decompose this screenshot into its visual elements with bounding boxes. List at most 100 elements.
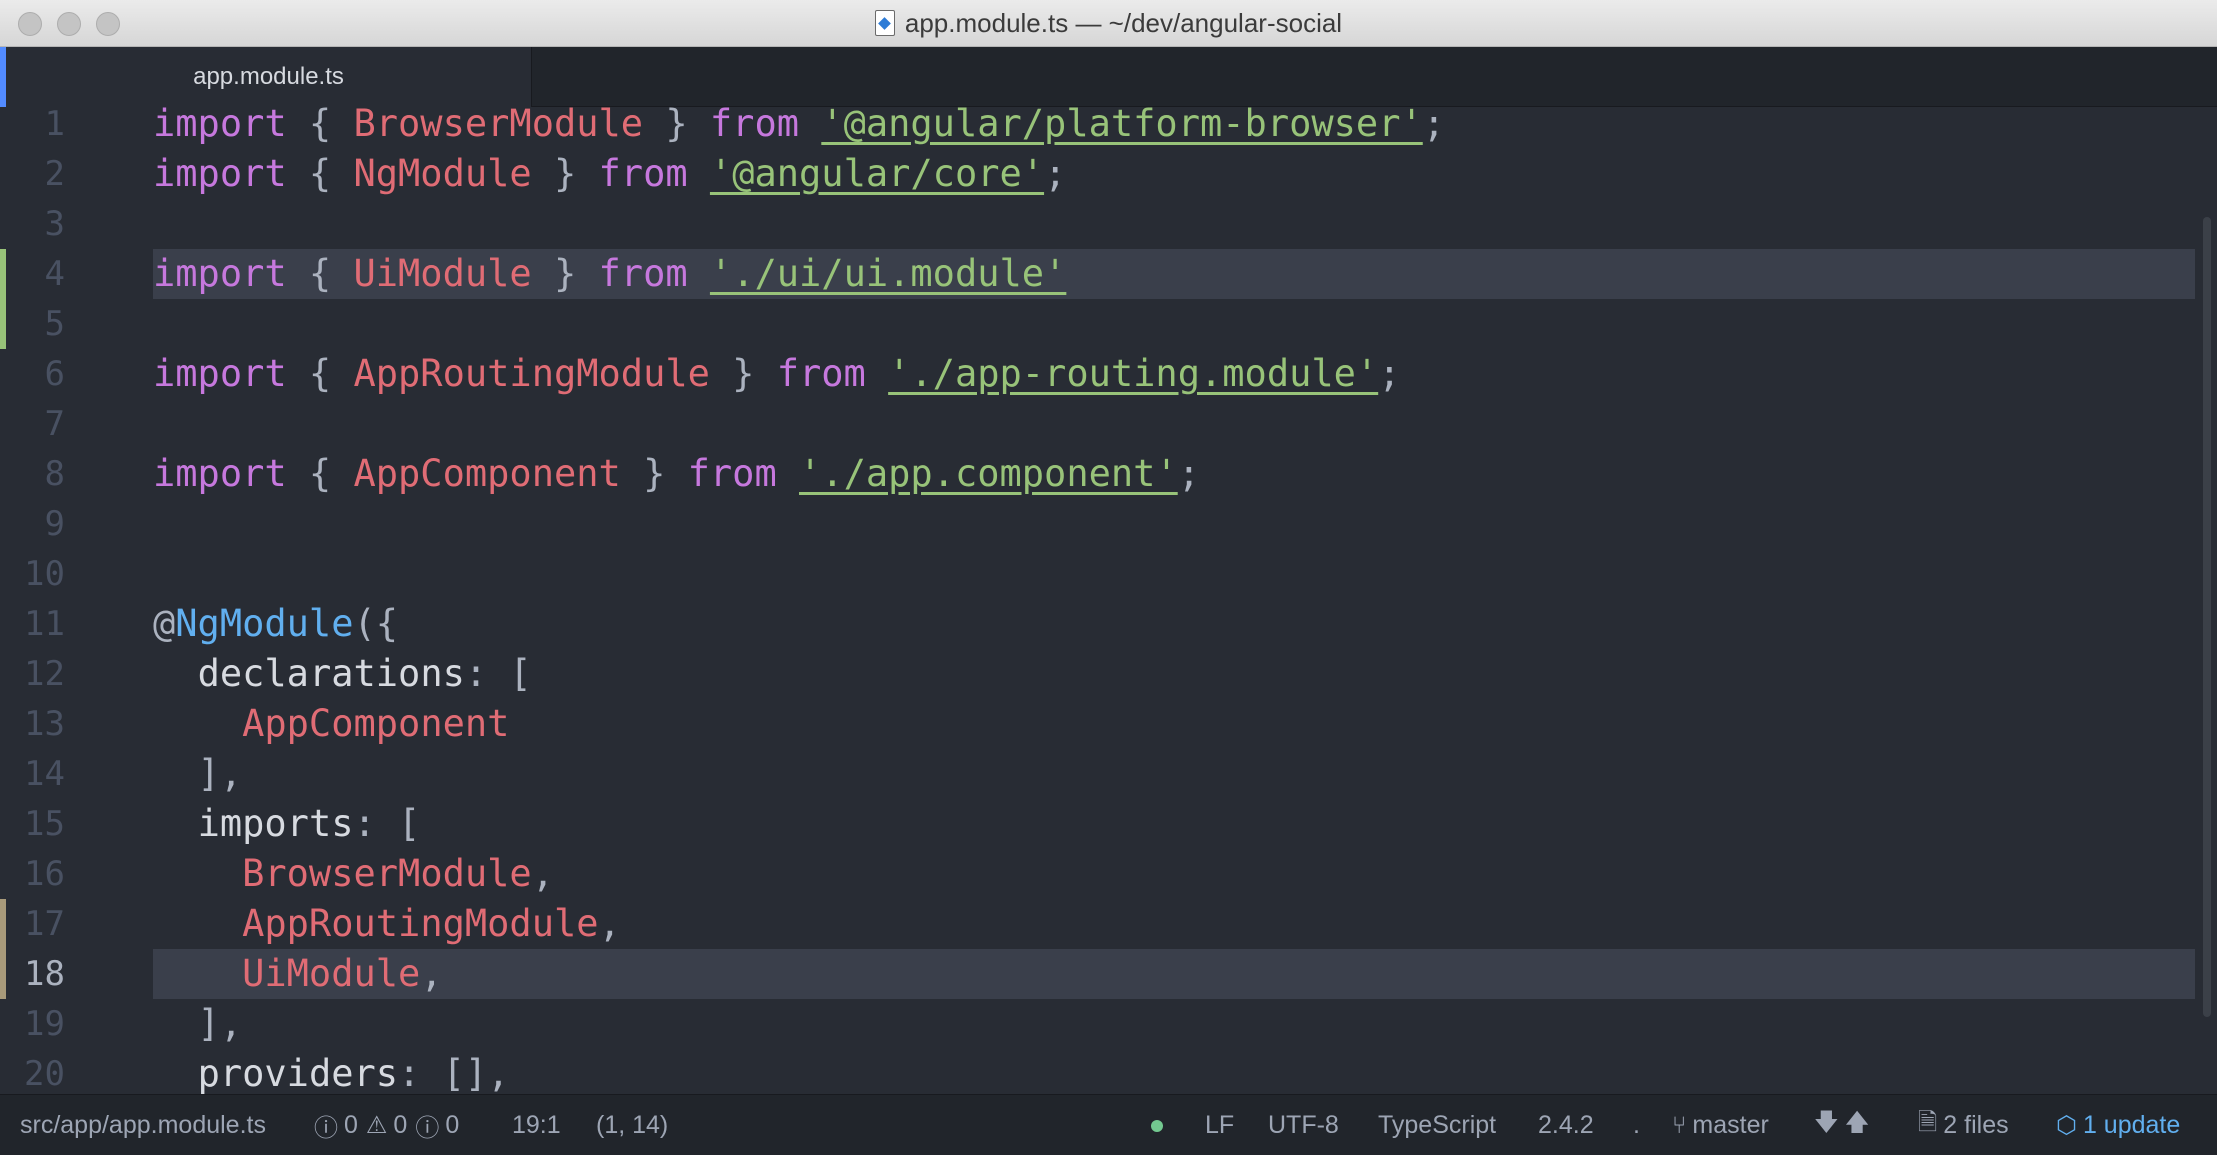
code-text[interactable]: declarations: [ (153, 649, 532, 699)
code-line[interactable]: 17 AppRoutingModule, (0, 899, 2217, 949)
line-number: 14 (24, 754, 65, 794)
encoding-selector[interactable]: UTF-8 (1268, 1095, 1339, 1155)
code-token: imports (197, 802, 354, 845)
tab-label: app.module.ts (193, 63, 344, 90)
code-text[interactable]: import { AppComponent } from './app.comp… (153, 449, 1200, 499)
git-branch[interactable]: ⑂ master (1672, 1095, 1769, 1155)
code-text[interactable]: BrowserModule, (153, 849, 554, 899)
diagnostics-summary[interactable]: ⓘ 0 ⚠ 0 ⓘ 0 (314, 1095, 459, 1155)
code-text[interactable]: ], (153, 999, 243, 1049)
warning-count: 0 (393, 1111, 408, 1139)
line-number: 20 (24, 1054, 65, 1094)
code-text[interactable]: @NgModule({ (153, 599, 398, 649)
code-line[interactable]: 6 import { AppRoutingModule } from './app… (0, 349, 2217, 399)
update-notification[interactable]: ⬡ 1 update (2056, 1095, 2180, 1155)
code-text[interactable]: imports: [ (153, 799, 421, 849)
code-line[interactable]: 4 import { UiModule } from './ui/ui.modul… (0, 249, 2217, 299)
typescript-version[interactable]: 2.4.2 (1538, 1095, 1594, 1155)
code-line[interactable]: 7 (0, 399, 2217, 449)
line-number: 13 (24, 704, 65, 744)
git-fetch-push[interactable]: 🡇 🡅 (1814, 1095, 1875, 1155)
code-token: { (286, 452, 354, 495)
code-line[interactable]: 8 import { AppComponent } from './app.com… (0, 449, 2217, 499)
code-token: , (598, 902, 621, 945)
code-text[interactable]: AppComponent (153, 699, 509, 749)
code-token: import (153, 252, 287, 295)
code-text[interactable]: UiModule, (153, 949, 443, 999)
grammar-selector[interactable]: TypeScript (1378, 1095, 1496, 1155)
code-text[interactable]: import { AppRoutingModule } from './app-… (153, 349, 1400, 399)
code-token: ; (1177, 452, 1200, 495)
code-line[interactable]: 1 import { BrowserModule } from '@angular… (0, 107, 2217, 149)
code-editor[interactable]: 1 import { BrowserModule } from '@angular… (0, 107, 2217, 1094)
code-text[interactable]: providers: [], (153, 1049, 510, 1094)
line-ending-selector[interactable]: LF (1205, 1095, 1234, 1155)
code-token: './app-routing.module' (888, 352, 1379, 395)
code-token: import (153, 152, 287, 195)
code-token: BrowserModule (242, 852, 532, 895)
code-token: } (620, 452, 688, 495)
code-token: ], (153, 1002, 243, 1045)
code-token: } (643, 107, 710, 145)
line-number: 2 (44, 154, 65, 194)
code-text[interactable]: import { NgModule } from '@angular/core'… (153, 149, 1066, 199)
code-text[interactable]: AppRoutingModule, (153, 899, 621, 949)
code-token: AppComponent (242, 702, 510, 745)
error-icon: ⓘ (314, 1115, 338, 1142)
line-number: 19 (24, 1004, 65, 1044)
line-number: 7 (44, 404, 65, 444)
code-token: { (286, 152, 354, 195)
code-line[interactable]: 9 (0, 499, 2217, 549)
code-line[interactable]: 5 (0, 299, 2217, 349)
code-line[interactable]: 20 providers: [], (0, 1049, 2217, 1094)
code-line[interactable]: 3 (0, 199, 2217, 249)
minimize-window-button[interactable] (57, 12, 81, 36)
cursor-position[interactable]: 19:1 (512, 1095, 561, 1155)
code-token: : [], (398, 1052, 510, 1094)
code-line[interactable]: 10 (0, 549, 2217, 599)
code-token: from (598, 152, 688, 195)
tab-app-module[interactable]: app.module.ts (6, 47, 532, 107)
status-bar: src/app/app.module.ts ⓘ 0 ⚠ 0 ⓘ 0 19:1 (… (0, 1094, 2217, 1155)
code-line[interactable]: 14 ], (0, 749, 2217, 799)
code-line[interactable]: 13 AppComponent (0, 699, 2217, 749)
code-token: { (286, 252, 354, 295)
file-path[interactable]: src/app/app.module.ts (20, 1095, 266, 1155)
line-number: 12 (24, 654, 65, 694)
code-line[interactable]: 15 imports: [ (0, 799, 2217, 849)
separator: . (1633, 1111, 1640, 1139)
code-token: '@angular/platform-browser' (821, 107, 1423, 145)
code-token: from (598, 252, 688, 295)
code-line[interactable]: 18 UiModule, (0, 949, 2217, 999)
code-line[interactable]: 12 declarations: [ (0, 649, 2217, 699)
code-token: } (709, 352, 777, 395)
code-line[interactable]: 2 import { NgModule } from '@angular/core… (0, 149, 2217, 199)
github-files[interactable]: 🗎 2 files (1918, 1095, 2009, 1155)
tab-bar: app.module.ts (0, 47, 2217, 107)
line-number: 9 (44, 504, 65, 544)
code-text[interactable]: ], (153, 749, 243, 799)
code-text[interactable]: import { UiModule } from './ui/ui.module… (153, 249, 1066, 299)
selection-count[interactable]: (1, 14) (596, 1095, 668, 1155)
code-line[interactable]: 19 ], (0, 999, 2217, 1049)
code-token: : [ (353, 802, 421, 845)
zoom-window-button[interactable] (96, 12, 120, 36)
code-text[interactable]: import { BrowserModule } from '@angular/… (153, 107, 1445, 149)
code-line[interactable]: 16 BrowserModule, (0, 849, 2217, 899)
close-window-button[interactable] (18, 12, 42, 36)
line-number: 1 (44, 107, 65, 144)
window-controls (18, 12, 120, 36)
code-token: { (286, 352, 354, 395)
line-number: 5 (44, 304, 65, 344)
info-count: 0 (445, 1111, 460, 1139)
code-line[interactable]: 11 @NgModule({ (0, 599, 2217, 649)
code-token: ({ (353, 602, 399, 645)
